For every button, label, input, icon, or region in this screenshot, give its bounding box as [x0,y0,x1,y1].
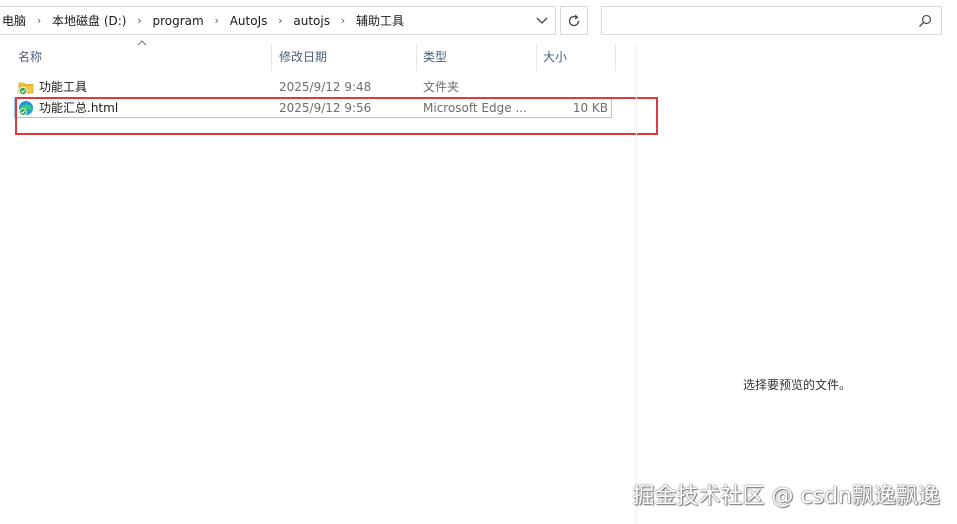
breadcrumb-item-computer[interactable]: 电脑 [0,12,28,29]
watermark: 掘金技术社区 @ csdn飘逸飘逸 [632,484,940,509]
column-header-name[interactable]: 名称 [12,44,271,71]
chevron-down-icon [536,17,548,24]
preview-placeholder-text: 选择要预览的文件。 [742,378,851,392]
chevron-right-icon[interactable]: › [212,14,222,27]
folder-icon [18,82,34,95]
column-header-size[interactable]: 大小 [537,44,615,71]
column-header-modified[interactable]: 修改日期 [273,44,416,71]
breadcrumb-item-current[interactable]: 辅助工具 [354,12,406,29]
preview-pane-divider[interactable] [636,44,637,524]
search-input[interactable] [601,6,942,35]
chevron-right-icon[interactable]: › [34,14,44,27]
refresh-button[interactable] [560,6,588,35]
file-type: 文件夹 [423,80,460,94]
breadcrumb-item-program[interactable]: program [150,14,205,28]
breadcrumb-item-drive-d[interactable]: 本地磁盘 (D:) [50,12,128,29]
chevron-right-icon[interactable]: › [275,14,285,27]
chevron-right-icon[interactable]: › [134,14,144,27]
breadcrumb: 电脑 › 本地磁盘 (D:) › program › AutoJs › auto… [0,12,529,29]
breadcrumb-item-autojs-dir[interactable]: AutoJs [228,14,270,28]
file-modified: 2025/9/12 9:48 [279,80,372,94]
search-icon[interactable] [917,13,933,29]
address-bar[interactable]: 电脑 › 本地磁盘 (D:) › program › AutoJs › auto… [0,6,556,35]
address-history-dropdown[interactable] [529,7,555,34]
file-explorer-window: 电脑 › 本地磁盘 (D:) › program › AutoJs › auto… [0,0,957,524]
refresh-icon [568,14,580,26]
file-name: 功能工具 [39,80,88,94]
annotation-highlight-box [15,97,658,135]
chevron-right-icon[interactable]: › [338,14,348,27]
breadcrumb-item-autojs[interactable]: autojs [291,14,332,28]
column-divider[interactable] [615,44,616,71]
list-item[interactable]: 功能工具 2025/9/12 9:48 文件夹 [14,77,612,97]
column-header-type[interactable]: 类型 [417,44,536,71]
column-divider[interactable] [271,44,272,71]
